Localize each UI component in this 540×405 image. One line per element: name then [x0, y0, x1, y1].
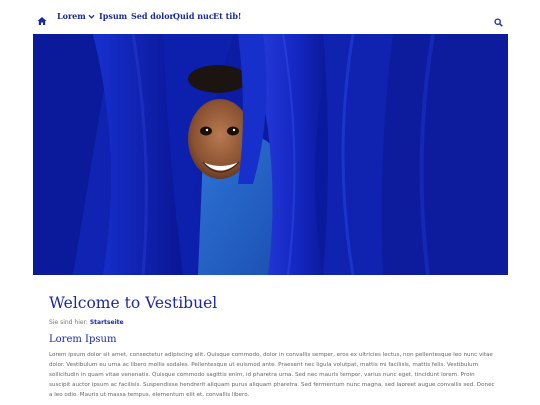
chevron-down-icon: [88, 12, 95, 19]
hero-image: [33, 34, 508, 275]
home-icon[interactable]: [37, 11, 47, 25]
section-heading: Lorem Ipsum: [49, 334, 117, 345]
nav-item-ipsum[interactable]: Ipsum: [99, 11, 127, 21]
body-paragraph: Lorem ipsum dolor sit amet, consectetur …: [49, 352, 495, 398]
top-navigation: Lorem Ipsum Sed dolor Quid nuc Et tib!: [0, 0, 540, 34]
nav-item-quid-nuc[interactable]: Quid nuc: [173, 11, 214, 21]
search-icon[interactable]: [494, 12, 503, 27]
nav-item-lorem[interactable]: Lorem: [57, 11, 95, 21]
breadcrumb: Sie sind hier: Startseite: [49, 319, 124, 327]
nav-item-sed-dolor[interactable]: Sed dolor: [131, 11, 174, 21]
breadcrumb-prefix: Sie sind hier:: [49, 319, 88, 326]
nav-item-label: Lorem: [57, 11, 86, 21]
nav-item-et-tib[interactable]: Et tib!: [213, 11, 241, 21]
breadcrumb-link-startseite[interactable]: Startseite: [90, 319, 124, 326]
page-title: Welcome to Vestibuel: [49, 294, 218, 312]
